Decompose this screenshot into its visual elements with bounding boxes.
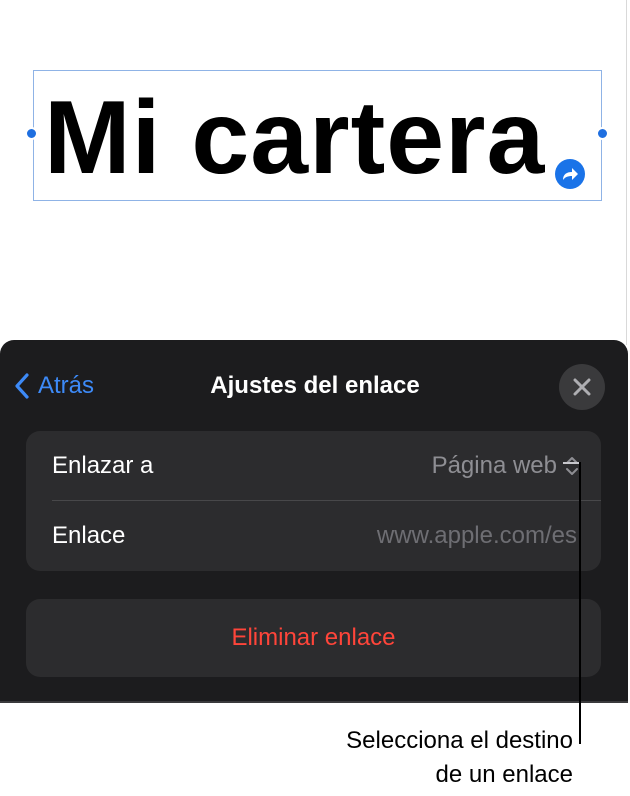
link-settings-group: Enlazar a Página web Enlace (26, 431, 601, 571)
remove-link-button[interactable]: Eliminar enlace (26, 599, 601, 677)
panel-divider (0, 701, 628, 703)
link-badge[interactable] (551, 155, 589, 193)
callout-leader-vertical (579, 462, 581, 744)
close-button[interactable] (559, 364, 605, 410)
link-arrow-icon (555, 159, 585, 189)
link-to-value: Página web (431, 452, 557, 479)
panel-title: Ajustes del enlace (210, 372, 420, 399)
callout-line-2: de un enlace (435, 761, 573, 788)
close-icon (573, 378, 591, 396)
chevron-up-down-icon (566, 457, 578, 475)
callout-text: Selecciona el destino de un enlace (346, 724, 573, 792)
link-to-selector[interactable]: Página web (432, 452, 579, 480)
link-row: Enlace (26, 501, 601, 571)
link-to-row[interactable]: Enlazar a Página web (26, 431, 601, 501)
text-box-content[interactable]: Mi cartera (44, 78, 545, 198)
selection-handle-left[interactable] (25, 127, 38, 140)
callout-line-1: Selecciona el destino (346, 727, 573, 754)
selection-handle-right[interactable] (596, 127, 609, 140)
link-url-field[interactable] (277, 522, 577, 550)
link-to-label: Enlazar a (52, 452, 154, 479)
canvas-edge (626, 0, 627, 345)
link-label: Enlace (52, 522, 126, 549)
